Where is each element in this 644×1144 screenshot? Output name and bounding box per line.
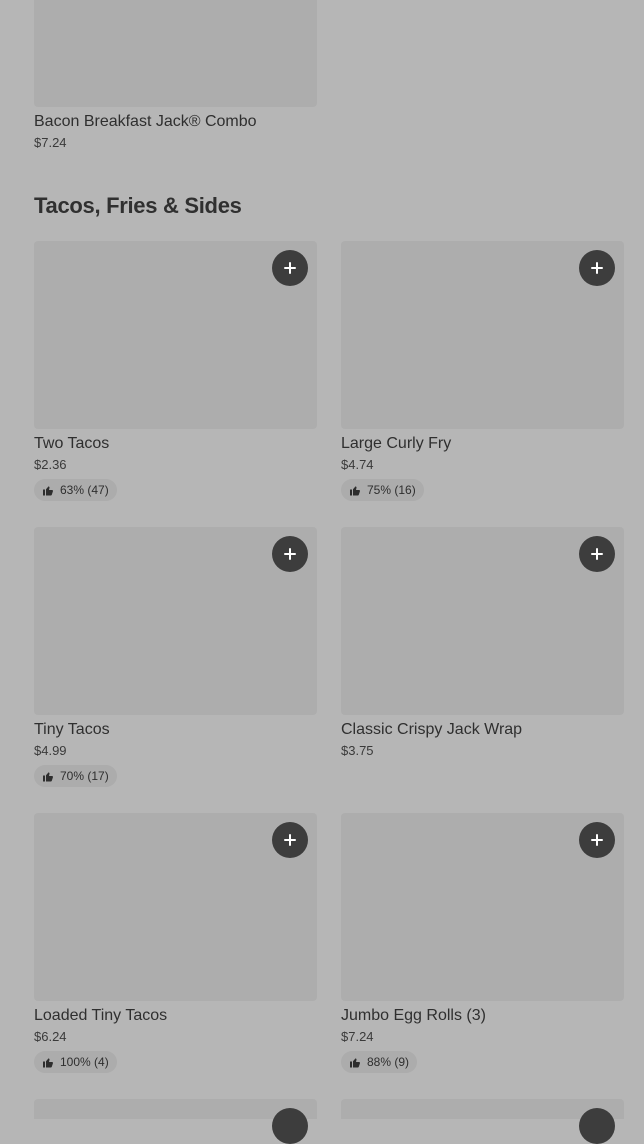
item-image[interactable]	[34, 0, 317, 107]
plus-icon	[591, 834, 603, 846]
section-title: Tacos, Fries & Sides	[34, 193, 242, 218]
item-price: $4.74	[341, 457, 374, 472]
item-price: $6.24	[34, 1029, 67, 1044]
item-image[interactable]	[34, 813, 317, 1001]
plus-icon	[284, 834, 296, 846]
thumbs-up-icon	[42, 485, 54, 496]
rating-badge: 88% (9)	[341, 1051, 418, 1073]
item-image[interactable]	[341, 813, 624, 1001]
item-name: Loaded Tiny Tacos	[34, 1007, 168, 1024]
add-to-cart-button[interactable]	[579, 536, 615, 572]
rating-badge: 70% (17)	[34, 765, 117, 787]
add-to-cart-button[interactable]	[272, 536, 308, 572]
item-name: Classic Crispy Jack Wrap	[341, 721, 523, 738]
plus-icon	[591, 262, 603, 274]
item-name: Jumbo Egg Rolls (3)	[341, 1007, 486, 1024]
item-image[interactable]	[341, 241, 624, 429]
add-to-cart-button[interactable]	[272, 250, 308, 286]
rating-text: 100% (4)	[60, 1055, 109, 1069]
add-to-cart-button[interactable]	[579, 250, 615, 286]
item-image[interactable]	[34, 527, 317, 715]
add-to-cart-button[interactable]	[272, 822, 308, 858]
thumbs-up-icon	[42, 1057, 54, 1068]
menu-items-grid: Two Tacos $2.36 63% (47) Large Curly Fry $4.…	[34, 241, 624, 1099]
plus-icon	[284, 262, 296, 274]
item-price: $4.99	[34, 743, 67, 758]
item-image[interactable]	[341, 527, 624, 715]
item-price: $7.24	[341, 1029, 374, 1044]
rating-text: 70% (17)	[60, 769, 109, 783]
menu-item-card[interactable]: Tiny Tacos $4.99 70% (17)	[34, 527, 317, 813]
rating-text: 75% (16)	[367, 483, 416, 497]
item-name: Bacon Breakfast Jack® Combo	[34, 113, 257, 130]
plus-icon	[284, 548, 296, 560]
item-price: $7.24	[34, 135, 67, 150]
menu-item-card[interactable]: Classic Crispy Jack Wrap $3.75	[341, 527, 624, 813]
add-to-cart-button[interactable]	[579, 822, 615, 858]
item-name: Two Tacos	[34, 435, 110, 452]
item-name: Tiny Tacos	[34, 721, 110, 738]
item-name: Large Curly Fry	[341, 435, 452, 452]
thumbs-up-icon	[349, 485, 361, 496]
menu-page: Bacon Breakfast Jack® Combo $7.24 Tacos,…	[0, 0, 644, 1144]
item-price: $2.36	[34, 457, 67, 472]
menu-item-card-partial[interactable]	[341, 1099, 624, 1144]
menu-item-card-partial[interactable]	[34, 1099, 317, 1144]
rating-badge: 75% (16)	[341, 479, 424, 501]
menu-item-card[interactable]: Jumbo Egg Rolls (3) $7.24 88% (9)	[341, 813, 624, 1099]
item-price: $3.75	[341, 743, 374, 758]
add-to-cart-button[interactable]	[579, 1108, 615, 1144]
thumbs-up-icon	[349, 1057, 361, 1068]
menu-item-card[interactable]: Bacon Breakfast Jack® Combo $7.24	[34, 0, 317, 151]
rating-badge: 100% (4)	[34, 1051, 117, 1073]
add-to-cart-button[interactable]	[272, 1108, 308, 1144]
thumbs-up-icon	[42, 771, 54, 782]
item-image[interactable]	[34, 241, 317, 429]
menu-item-card[interactable]: Loaded Tiny Tacos $6.24 100% (4)	[34, 813, 317, 1099]
menu-item-card[interactable]: Two Tacos $2.36 63% (47)	[34, 241, 317, 527]
plus-icon	[591, 548, 603, 560]
rating-text: 88% (9)	[367, 1055, 410, 1069]
rating-badge: 63% (47)	[34, 479, 117, 501]
rating-text: 63% (47)	[60, 483, 109, 497]
menu-item-card[interactable]: Large Curly Fry $4.74 75% (16)	[341, 241, 624, 527]
